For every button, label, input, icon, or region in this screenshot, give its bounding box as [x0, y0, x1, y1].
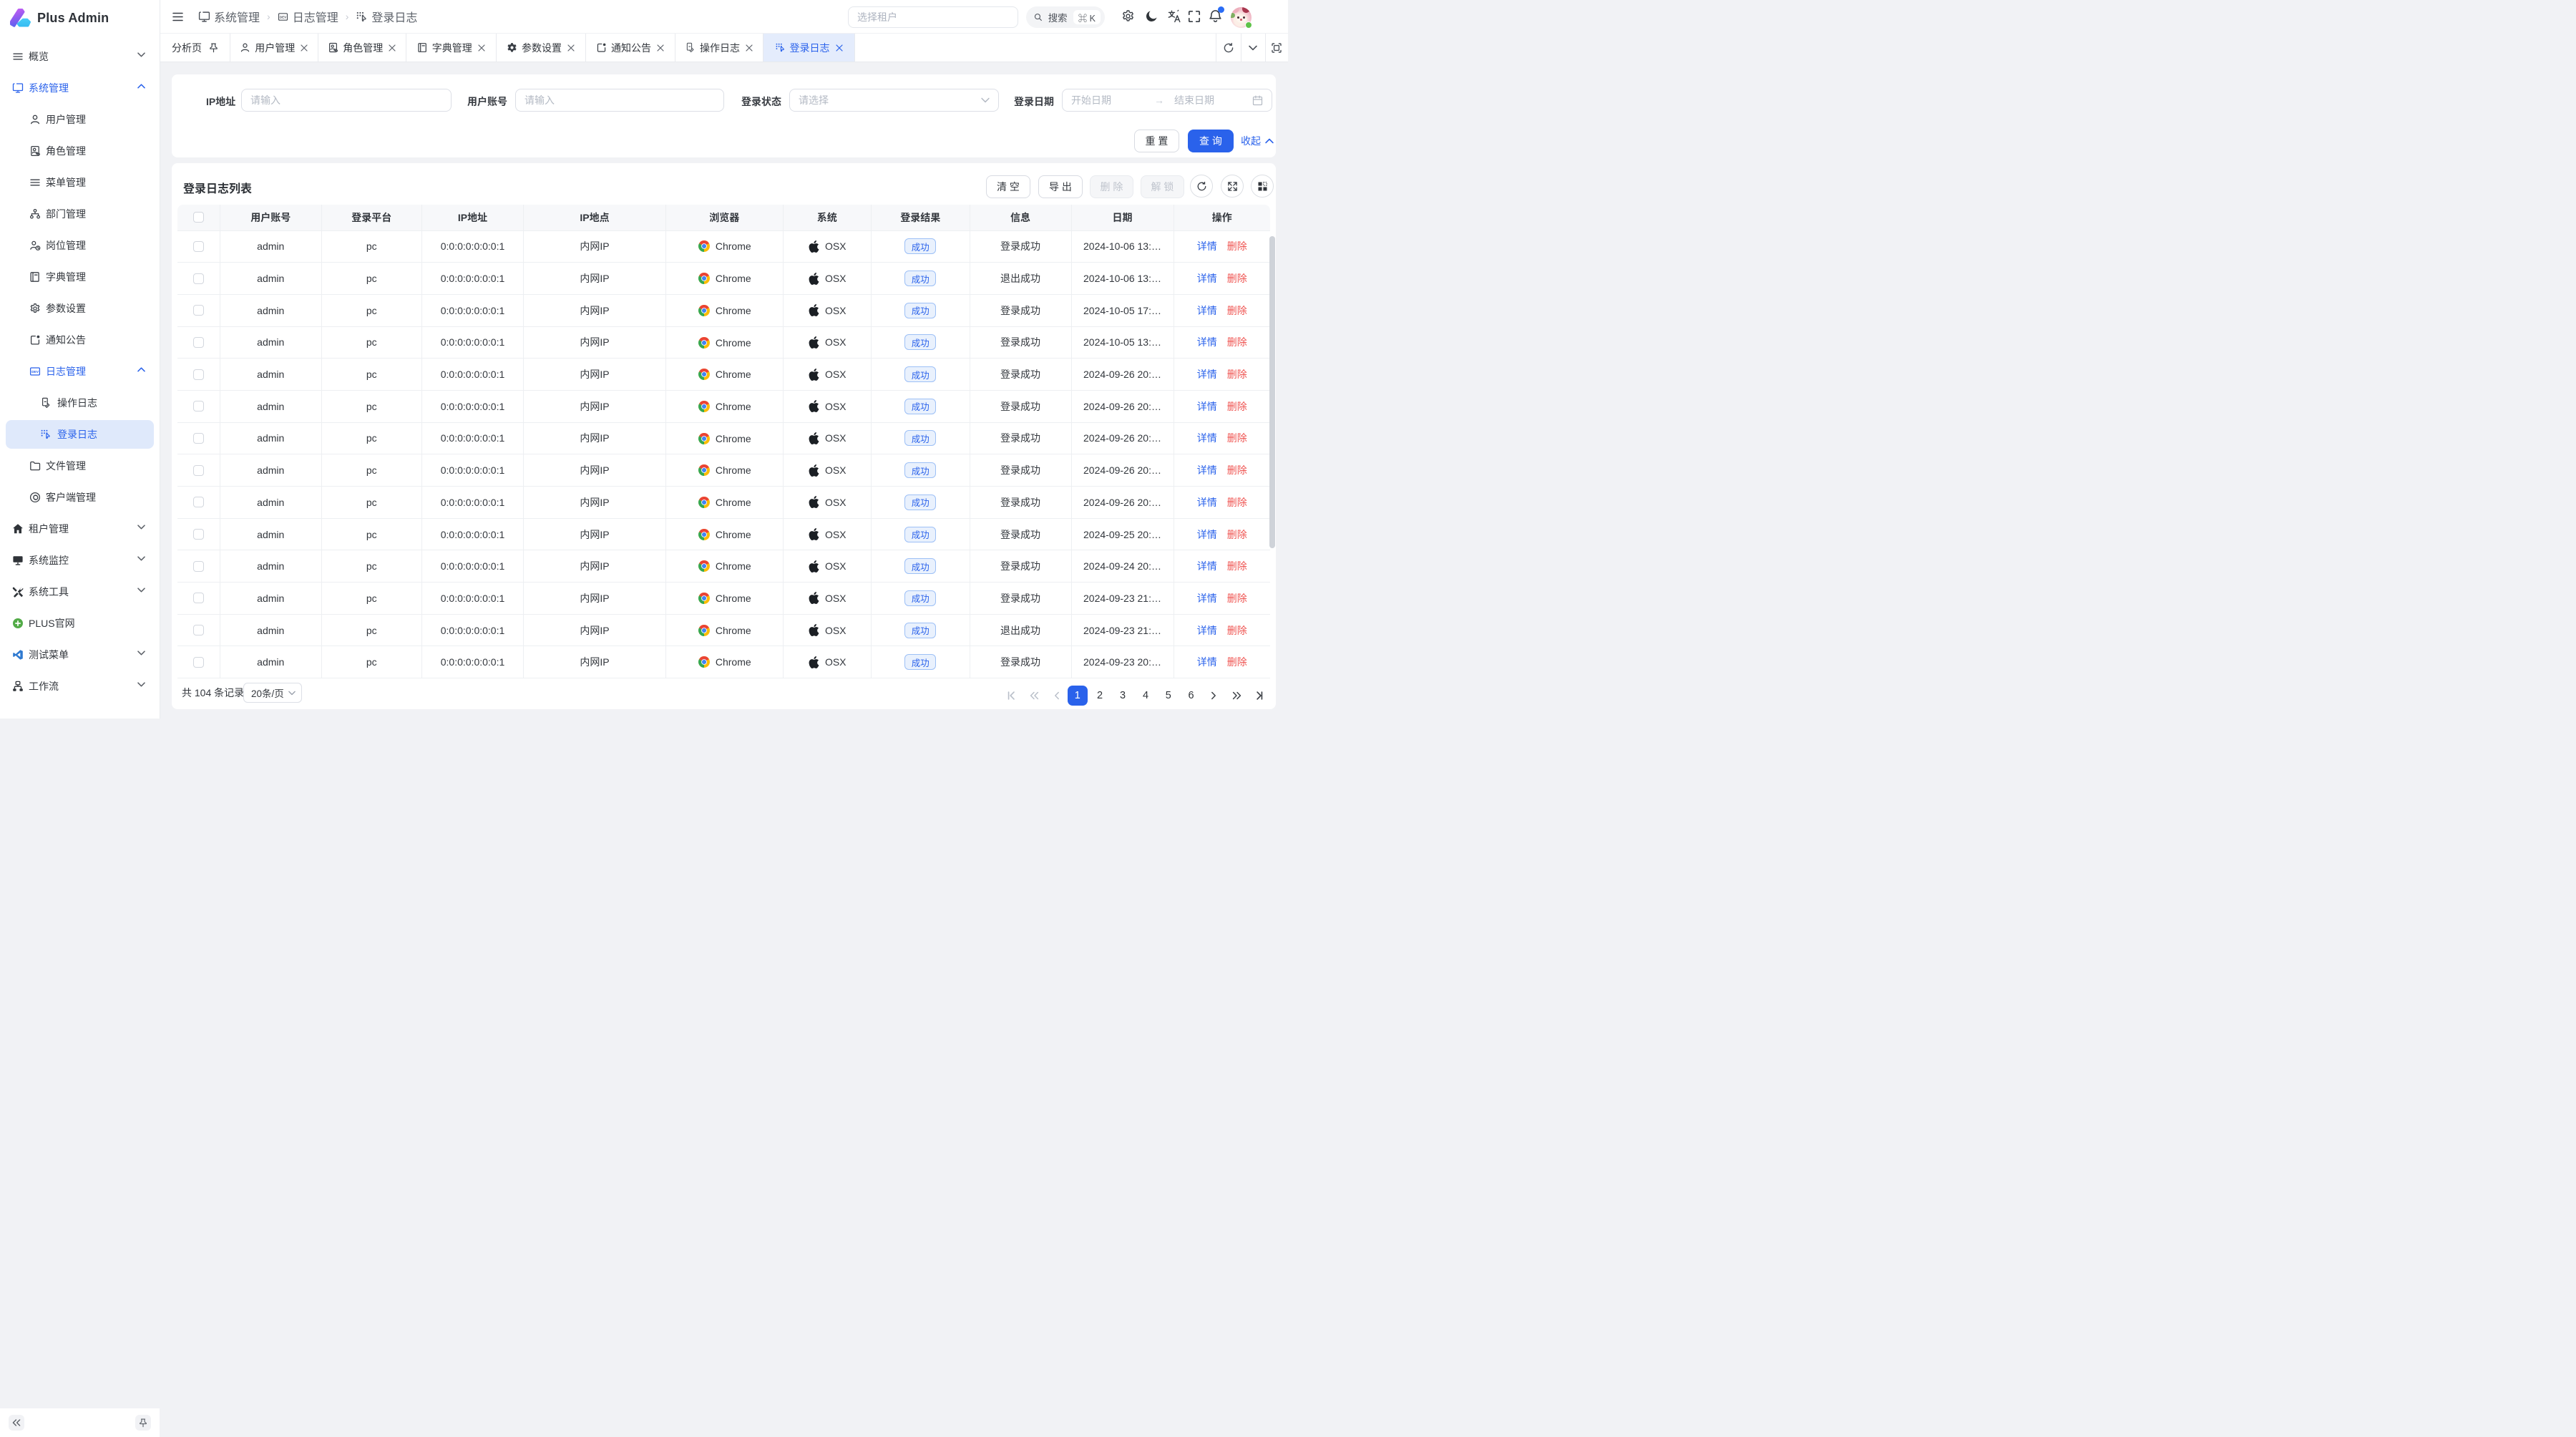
svg-text:DEV: DEV — [31, 370, 39, 374]
svg-text:DEV: DEV — [280, 15, 286, 19]
